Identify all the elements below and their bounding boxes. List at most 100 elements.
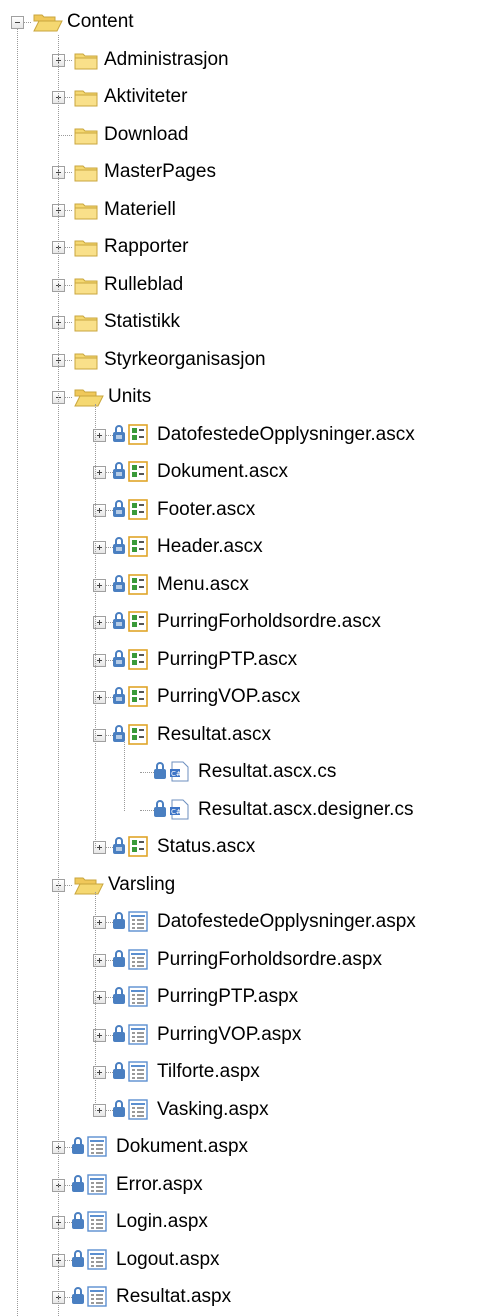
tree-item-label: Footer.ascx <box>157 498 256 520</box>
tree-item-label: PurringVOP.ascx <box>157 686 301 707</box>
tree-item-label: Varsling <box>108 873 176 895</box>
csharp-file-icon: C# <box>152 760 196 788</box>
user-control-icon <box>111 423 155 451</box>
tree-row-resultat-ascx-designer-cs[interactable]: C# Resultat.ascx.designer.cs <box>0 791 495 829</box>
tree-row-purringforholdsordre-aspx[interactable]: PurringForholdsordre.aspx <box>0 941 495 979</box>
tree-item-label: Rulleblad <box>104 273 184 295</box>
aspx-page-icon <box>111 1023 155 1051</box>
svg-text:C#: C# <box>171 770 182 778</box>
tree-item-label: DatofestedeOpplysninger.aspx <box>157 911 416 932</box>
tree-item-label: Download <box>104 123 189 145</box>
user-control-icon <box>111 648 155 676</box>
tree-row-dokument-aspx[interactable]: Dokument.aspx <box>0 1128 495 1166</box>
aspx-page-icon <box>70 1135 114 1163</box>
user-control-icon <box>111 685 155 713</box>
tree-item-label: Header.ascx <box>157 536 263 557</box>
tree-item-label: Aktiviteter <box>104 86 188 107</box>
user-control-icon <box>111 460 155 488</box>
tree-item-label: Resultat.ascx.cs <box>198 761 337 782</box>
tree-item-label: Resultat.ascx <box>157 723 272 745</box>
tree-row-masterpages[interactable]: MasterPages <box>0 153 495 191</box>
tree-row-varsling[interactable]: Varsling <box>0 866 495 904</box>
tree-row-login-aspx[interactable]: Login.aspx <box>0 1203 495 1241</box>
user-control-icon <box>111 498 155 526</box>
tree-item-label: Status.ascx <box>157 836 256 857</box>
tree-item-label: PurringForholdsordre.aspx <box>157 948 382 970</box>
svg-text:C#: C# <box>171 808 182 816</box>
csharp-file-icon: C# <box>152 798 196 826</box>
tree-row-aktiviteter[interactable]: Aktiviteter <box>0 78 495 116</box>
tree-item-label: Resultat.aspx <box>116 1286 232 1307</box>
tree-item-label: PurringVOP.aspx <box>157 1023 302 1045</box>
folder-icon <box>74 237 98 263</box>
tree-item-label: PurringPTP.aspx <box>157 986 299 1007</box>
tree-item-label: DatofestedeOpplysninger.ascx <box>157 423 415 445</box>
tree-item-label: Units <box>108 386 152 407</box>
tree-item-label: Login.aspx <box>116 1211 208 1232</box>
aspx-page-icon <box>111 1060 155 1088</box>
tree-item-label: Styrkeorganisasjon <box>104 348 266 370</box>
solution-explorer-tree: Content Administrasjon Aktiviteter Download… <box>0 0 495 1316</box>
tree-row-styrkeorganisasjon[interactable]: Styrkeorganisasjon <box>0 341 495 379</box>
tree-guide-line <box>58 34 59 1316</box>
tree-row-purringforholdsordre-ascx[interactable]: PurringForholdsordre.ascx <box>0 603 495 641</box>
tree-row-resultat-ascx[interactable]: Resultat.ascx <box>0 716 495 754</box>
tree-row-purringvop-ascx[interactable]: PurringVOP.ascx <box>0 678 495 716</box>
aspx-page-icon <box>111 985 155 1013</box>
folder-icon <box>74 350 98 376</box>
tree-item-label: Dokument.ascx <box>157 461 288 482</box>
tree-item-label: MasterPages <box>104 161 216 182</box>
aspx-page-icon <box>111 1098 155 1126</box>
tree-row-datofestedeopplysninger-aspx[interactable]: DatofestedeOpplysninger.aspx <box>0 903 495 941</box>
tree-row-download[interactable]: Download <box>0 116 495 154</box>
tree-item-label: Rapporter <box>104 236 189 257</box>
aspx-page-icon <box>70 1210 114 1238</box>
tree-item-label: Resultat.ascx.designer.cs <box>198 798 414 820</box>
tree-row-resultat-aspx[interactable]: Resultat.aspx <box>0 1278 495 1316</box>
tree-item-label: Tilforte.aspx <box>157 1061 260 1082</box>
tree-row-status-ascx[interactable]: Status.ascx <box>0 828 495 866</box>
tree-row-menu-ascx[interactable]: Menu.ascx <box>0 566 495 604</box>
aspx-page-icon <box>70 1285 114 1313</box>
tree-item-label: Content <box>67 11 134 32</box>
tree-row-logout-aspx[interactable]: Logout.aspx <box>0 1241 495 1279</box>
tree-item-label: Error.aspx <box>116 1173 203 1195</box>
tree-row-rulleblad[interactable]: Rulleblad <box>0 266 495 304</box>
folder-icon <box>74 50 98 76</box>
tree-item-label: Menu.ascx <box>157 573 249 595</box>
tree-row-datofestedeopplysninger-ascx[interactable]: DatofestedeOpplysninger.ascx <box>0 416 495 454</box>
tree-row-rapporter[interactable]: Rapporter <box>0 228 495 266</box>
folder-icon <box>74 87 98 113</box>
user-control-icon <box>111 610 155 638</box>
tree-row-error-aspx[interactable]: Error.aspx <box>0 1166 495 1204</box>
aspx-page-icon <box>111 948 155 976</box>
tree-item-label: Logout.aspx <box>116 1248 220 1270</box>
tree-item-label: Statistikk <box>104 311 181 332</box>
user-control-icon <box>111 723 155 751</box>
tree-item-label: PurringPTP.ascx <box>157 648 298 670</box>
tree-row-purringptp-aspx[interactable]: PurringPTP.aspx <box>0 978 495 1016</box>
tree-row-purringvop-aspx[interactable]: PurringVOP.aspx <box>0 1016 495 1054</box>
tree-row-footer-ascx[interactable]: Footer.ascx <box>0 491 495 529</box>
tree-item-label: Dokument.aspx <box>116 1136 249 1157</box>
folder-icon <box>74 200 98 226</box>
tree-row-statistikk[interactable]: Statistikk <box>0 303 495 341</box>
tree-row-dokument-ascx[interactable]: Dokument.ascx <box>0 453 495 491</box>
tree-row-tilforte-aspx[interactable]: Tilforte.aspx <box>0 1053 495 1091</box>
open-folder-icon <box>74 875 104 901</box>
tree-row-administrasjon[interactable]: Administrasjon <box>0 41 495 79</box>
tree-row-vasking-aspx[interactable]: Vasking.aspx <box>0 1091 495 1129</box>
tree-connector-line <box>58 134 72 136</box>
tree-row-content[interactable]: Content <box>0 3 495 41</box>
tree-row-materiell[interactable]: Materiell <box>0 191 495 229</box>
open-folder-icon <box>74 387 104 413</box>
user-control-icon <box>111 573 155 601</box>
collapse-icon[interactable] <box>11 16 24 29</box>
tree-row-header-ascx[interactable]: Header.ascx <box>0 528 495 566</box>
tree-row-purringptp-ascx[interactable]: PurringPTP.ascx <box>0 641 495 679</box>
tree-row-resultat-ascx-cs[interactable]: C# Resultat.ascx.cs <box>0 753 495 791</box>
tree-row-units[interactable]: Units <box>0 378 495 416</box>
tree-guide-line <box>94 404 96 848</box>
tree-guide-line <box>17 29 18 1316</box>
aspx-page-icon <box>70 1173 114 1201</box>
